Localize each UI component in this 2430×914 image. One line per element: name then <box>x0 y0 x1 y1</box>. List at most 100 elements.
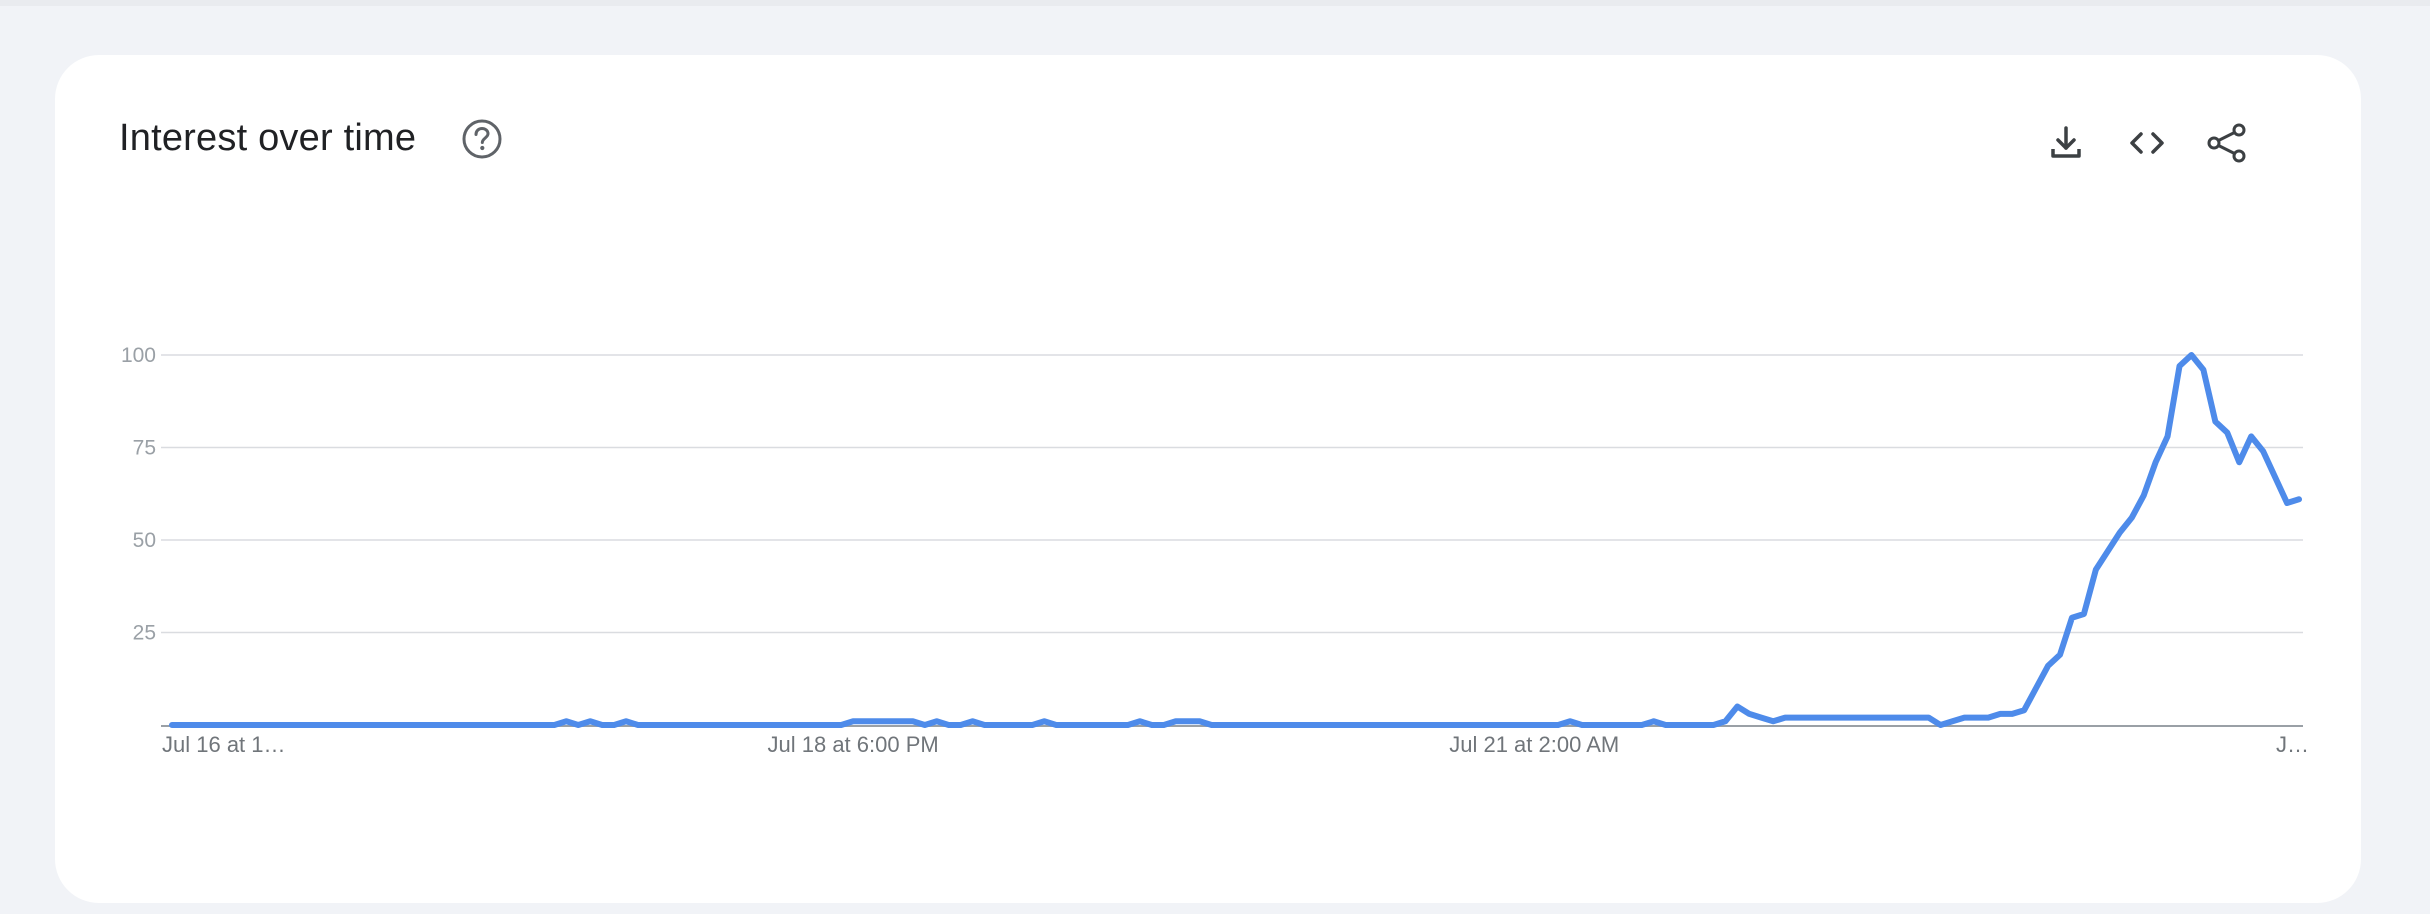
data-point[interactable] <box>2057 652 2063 658</box>
data-point[interactable] <box>1687 722 1693 728</box>
data-point[interactable] <box>1961 715 1967 721</box>
data-point[interactable] <box>862 718 868 724</box>
data-point[interactable] <box>2033 685 2039 691</box>
data-point[interactable] <box>1507 722 1513 728</box>
data-point[interactable] <box>1376 722 1382 728</box>
data-point[interactable] <box>874 718 880 724</box>
data-point[interactable] <box>360 722 366 728</box>
data-point[interactable] <box>1854 715 1860 721</box>
data-point[interactable] <box>1400 722 1406 728</box>
data-point[interactable] <box>922 722 928 728</box>
data-point[interactable] <box>1304 722 1310 728</box>
data-point[interactable] <box>695 722 701 728</box>
data-point[interactable] <box>1364 722 1370 728</box>
data-point[interactable] <box>253 722 259 728</box>
data-point[interactable] <box>1436 722 1442 728</box>
data-point[interactable] <box>1842 715 1848 721</box>
data-point[interactable] <box>1746 711 1752 717</box>
data-point[interactable] <box>205 722 211 728</box>
data-point[interactable] <box>1997 711 2003 717</box>
data-point[interactable] <box>1663 722 1669 728</box>
data-point[interactable] <box>802 722 808 728</box>
data-point[interactable] <box>1424 722 1430 728</box>
data-point[interactable] <box>229 722 235 728</box>
data-point[interactable] <box>1340 722 1346 728</box>
data-point[interactable] <box>1758 715 1764 721</box>
data-point[interactable] <box>241 722 247 728</box>
data-point[interactable] <box>2141 493 2147 499</box>
data-point[interactable] <box>1089 722 1095 728</box>
data-point[interactable] <box>814 722 820 728</box>
data-point[interactable] <box>1973 715 1979 721</box>
data-point[interactable] <box>1938 722 1944 728</box>
data-point[interactable] <box>1173 718 1179 724</box>
data-point[interactable] <box>647 722 653 728</box>
data-point[interactable] <box>1603 722 1609 728</box>
data-point[interactable] <box>1101 722 1107 728</box>
data-point[interactable] <box>324 722 330 728</box>
data-point[interactable] <box>1902 715 1908 721</box>
data-point[interactable] <box>766 722 772 728</box>
data-point[interactable] <box>1543 722 1549 728</box>
data-point[interactable] <box>826 722 832 728</box>
data-point[interactable] <box>2093 567 2099 573</box>
data-point[interactable] <box>1722 718 1728 724</box>
data-point[interactable] <box>1460 722 1466 728</box>
data-point[interactable] <box>1627 722 1633 728</box>
data-point[interactable] <box>659 722 665 728</box>
data-point[interactable] <box>1137 718 1143 724</box>
data-point[interactable] <box>1185 718 1191 724</box>
data-point[interactable] <box>1448 722 1454 728</box>
data-point[interactable] <box>1352 722 1358 728</box>
data-point[interactable] <box>2117 530 2123 536</box>
data-point[interactable] <box>671 722 677 728</box>
data-point[interactable] <box>2260 448 2266 454</box>
data-point[interactable] <box>1949 718 1955 724</box>
data-point[interactable] <box>2177 363 2183 369</box>
data-point[interactable] <box>408 722 414 728</box>
data-point[interactable] <box>516 722 522 728</box>
data-point[interactable] <box>1770 718 1776 724</box>
data-point[interactable] <box>755 722 761 728</box>
data-point[interactable] <box>1328 722 1334 728</box>
data-point[interactable] <box>456 722 462 728</box>
data-point[interactable] <box>1017 722 1023 728</box>
data-point[interactable] <box>551 722 557 728</box>
data-point[interactable] <box>2045 663 2051 669</box>
data-point[interactable] <box>1041 718 1047 724</box>
data-point[interactable] <box>2200 367 2206 373</box>
data-point[interactable] <box>384 722 390 728</box>
data-point[interactable] <box>1914 715 1920 721</box>
data-point[interactable] <box>265 722 271 728</box>
data-point[interactable] <box>527 722 533 728</box>
data-point[interactable] <box>1077 722 1083 728</box>
data-point[interactable] <box>2105 548 2111 554</box>
data-point[interactable] <box>994 722 1000 728</box>
data-point[interactable] <box>2165 433 2171 439</box>
data-point[interactable] <box>1053 722 1059 728</box>
data-point[interactable] <box>1065 722 1071 728</box>
data-point[interactable] <box>2009 711 2015 717</box>
data-point[interactable] <box>898 718 904 724</box>
data-point[interactable] <box>300 722 306 728</box>
data-point[interactable] <box>1699 722 1705 728</box>
data-point[interactable] <box>1926 715 1932 721</box>
data-point[interactable] <box>910 718 916 724</box>
data-point[interactable] <box>1567 718 1573 724</box>
data-point[interactable] <box>2153 459 2159 465</box>
data-point[interactable] <box>1197 718 1203 724</box>
data-point[interactable] <box>1005 722 1011 728</box>
data-point[interactable] <box>1113 722 1119 728</box>
data-point[interactable] <box>2284 500 2290 506</box>
data-point[interactable] <box>886 718 892 724</box>
data-point[interactable] <box>444 722 450 728</box>
data-point[interactable] <box>420 722 426 728</box>
data-point[interactable] <box>611 722 617 728</box>
data-point[interactable] <box>2272 474 2278 480</box>
data-point[interactable] <box>1161 722 1167 728</box>
data-point[interactable] <box>1579 722 1585 728</box>
data-point[interactable] <box>1830 715 1836 721</box>
data-point[interactable] <box>1388 722 1394 728</box>
data-point[interactable] <box>1591 722 1597 728</box>
data-point[interactable] <box>778 722 784 728</box>
